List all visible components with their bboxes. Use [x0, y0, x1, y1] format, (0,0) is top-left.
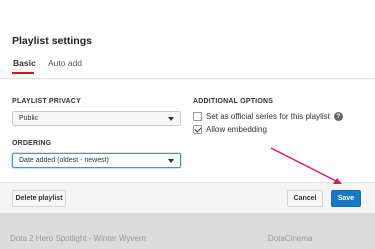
additional-options-label: ADDITIONAL OPTIONS	[193, 98, 274, 105]
allow-embedding-label: Allow embedding	[206, 124, 267, 134]
cancel-button[interactable]: Cancel	[287, 190, 323, 207]
chevron-down-icon	[168, 159, 174, 163]
help-icon[interactable]: ?	[333, 111, 343, 121]
background-video-title: Dota 2 Hero Spotlight - Winter Wyvern	[10, 234, 146, 243]
background-channel-name: DotaCinema	[268, 234, 313, 243]
privacy-value: Public	[19, 115, 39, 122]
privacy-select[interactable]: Public	[12, 111, 181, 126]
active-tab-indicator	[12, 72, 34, 74]
ordering-value: Date added (oldest - newest)	[19, 157, 109, 164]
save-button[interactable]: Save	[331, 190, 361, 207]
tab-basic[interactable]: Basic	[13, 58, 36, 68]
official-series-checkbox[interactable]	[193, 111, 202, 121]
official-series-option[interactable]: Set as official series for this playlist…	[193, 110, 343, 122]
ordering-select[interactable]: Date added (oldest - newest)	[12, 153, 181, 168]
allow-embedding-option[interactable]: Allow embedding	[193, 123, 267, 135]
dialog-title: Playlist settings	[12, 35, 92, 47]
dialog-footer: Delete playlist Cancel Save	[0, 182, 375, 213]
playlist-settings-dialog: Playlist settings Basic Auto add PLAYLIS…	[0, 0, 375, 213]
delete-playlist-button[interactable]: Delete playlist	[12, 190, 66, 207]
allow-embedding-checkbox[interactable]	[193, 124, 202, 134]
chevron-down-icon	[168, 117, 174, 121]
tab-auto-add[interactable]: Auto add	[48, 58, 82, 68]
privacy-label: PLAYLIST PRIVACY	[12, 98, 81, 105]
official-series-label: Set as official series for this playlist	[206, 111, 330, 121]
tabs-divider	[0, 78, 375, 79]
ordering-label: ORDERING	[12, 140, 52, 147]
